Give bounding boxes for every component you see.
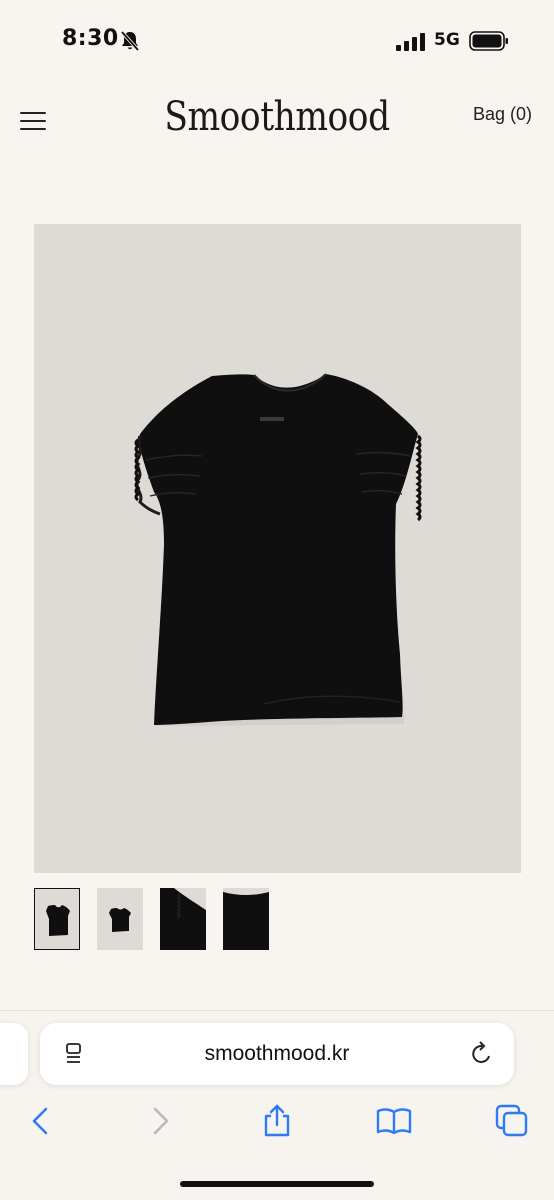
thumb-fabric-closeup[interactable] [223,888,269,950]
status-time: 8:30 [62,26,119,51]
site-header: Smoothmood Bag (0) [0,84,554,174]
network-label: 5G [434,30,460,50]
url-text[interactable]: smoothmood.kr [40,1042,514,1066]
brand-logo[interactable]: Smoothmood [142,94,412,140]
back-icon[interactable] [24,1103,60,1139]
address-bar[interactable]: smoothmood.kr [40,1023,514,1085]
battery-icon [469,31,508,51]
reload-icon[interactable] [470,1041,494,1067]
home-indicator[interactable] [180,1181,374,1187]
browser-chrome: smoothmood.kr [0,1011,554,1200]
signal-icon [396,33,425,51]
bag-link[interactable]: Bag (0) [473,104,532,125]
hamburger-menu-icon[interactable] [20,110,46,132]
thumb-sleeve-detail[interactable] [160,888,206,950]
tabs-icon[interactable] [494,1103,530,1139]
thumb-front-black-top-small[interactable] [97,888,143,950]
share-icon[interactable] [259,1103,295,1139]
bookmarks-icon[interactable] [376,1103,412,1139]
bell-off-icon [120,30,140,52]
thumb-front-black-top[interactable] [34,888,80,950]
status-bar: 8:30 5G [0,0,554,84]
previous-tab-preview[interactable] [0,1023,28,1085]
forward-icon[interactable] [142,1103,178,1139]
product-main-image[interactable] [34,224,521,873]
black-top-illustration [134,373,422,726]
